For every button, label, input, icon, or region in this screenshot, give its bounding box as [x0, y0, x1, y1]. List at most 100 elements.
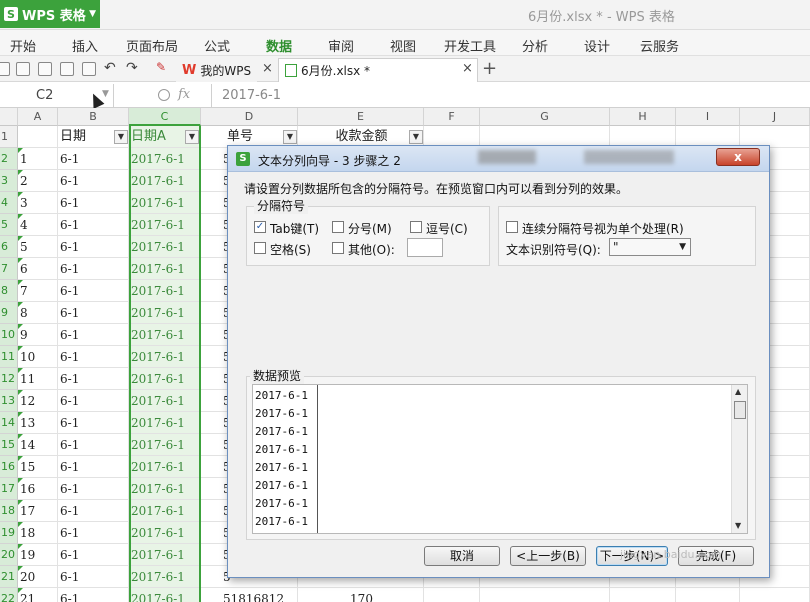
cell-b3[interactable]: 6-1: [58, 170, 129, 192]
tab-document[interactable]: 6月份.xlsx *: [278, 58, 478, 82]
cell-c10[interactable]: 2017-6-1: [129, 324, 201, 346]
print-preview-icon[interactable]: [82, 62, 96, 76]
row-header[interactable]: 20: [0, 544, 18, 566]
filter-dropdown-icon[interactable]: ▼: [283, 130, 297, 144]
row-header[interactable]: 6: [0, 236, 18, 258]
row-header[interactable]: 17: [0, 478, 18, 500]
cell-a15[interactable]: 14: [18, 434, 58, 456]
other-delimiter-input[interactable]: [407, 238, 443, 257]
cell-b17[interactable]: 6-1: [58, 478, 129, 500]
row-header[interactable]: 21: [0, 566, 18, 588]
select-all-corner[interactable]: [0, 108, 18, 126]
row-header[interactable]: 9: [0, 302, 18, 324]
row-header[interactable]: 4: [0, 192, 18, 214]
row-header[interactable]: 13: [0, 390, 18, 412]
consecutive-delimiters-label[interactable]: 连续分隔符号视为单个处理(R): [522, 220, 684, 237]
cell-b14[interactable]: 6-1: [58, 412, 129, 434]
row-header[interactable]: 2: [0, 148, 18, 170]
row-header[interactable]: 7: [0, 258, 18, 280]
cell-b13[interactable]: 6-1: [58, 390, 129, 412]
semicolon-checkbox-label[interactable]: 分号(M): [348, 220, 392, 237]
cell-h22[interactable]: [610, 588, 676, 602]
menu-page-layout[interactable]: 页面布局: [126, 36, 178, 55]
cell-c13[interactable]: 2017-6-1: [129, 390, 201, 412]
formula-input[interactable]: 2017-6-1: [222, 88, 281, 103]
tab-document-close-icon[interactable]: ×: [462, 61, 473, 76]
semicolon-checkbox[interactable]: [332, 221, 344, 233]
cancel-button[interactable]: 取消: [424, 546, 500, 566]
menu-review[interactable]: 审阅: [328, 36, 354, 55]
cell-b12[interactable]: 6-1: [58, 368, 129, 390]
filter-dropdown-icon[interactable]: ▼: [114, 130, 128, 144]
cell-c18[interactable]: 2017-6-1: [129, 500, 201, 522]
cell-c22[interactable]: 2017-6-1: [129, 588, 201, 602]
menu-analysis[interactable]: 分析: [522, 36, 548, 55]
cell-a14[interactable]: 13: [18, 412, 58, 434]
tab-checkbox[interactable]: ✓: [254, 221, 266, 233]
column-header-c[interactable]: C: [129, 108, 201, 126]
cell-a21[interactable]: 20: [18, 566, 58, 588]
cell-i22[interactable]: [676, 588, 740, 602]
row-header[interactable]: 11: [0, 346, 18, 368]
row-header[interactable]: 3: [0, 170, 18, 192]
row-header[interactable]: 10: [0, 324, 18, 346]
cell-b6[interactable]: 6-1: [58, 236, 129, 258]
column-header-e[interactable]: E: [298, 108, 424, 126]
cell-a8[interactable]: 7: [18, 280, 58, 302]
menu-cloud[interactable]: 云服务: [640, 36, 679, 55]
row-header[interactable]: 18: [0, 500, 18, 522]
cell-b2[interactable]: 6-1: [58, 148, 129, 170]
cell-c8[interactable]: 2017-6-1: [129, 280, 201, 302]
cell-a13[interactable]: 12: [18, 390, 58, 412]
cell-g22[interactable]: [480, 588, 610, 602]
preview-scrollbar[interactable]: ▲ ▼: [731, 385, 747, 533]
cell-a16[interactable]: 15: [18, 456, 58, 478]
row-header[interactable]: 8: [0, 280, 18, 302]
menu-formula[interactable]: 公式: [204, 36, 230, 55]
filter-dropdown-icon[interactable]: ▼: [185, 130, 199, 144]
cell-b5[interactable]: 6-1: [58, 214, 129, 236]
row-header[interactable]: 15: [0, 434, 18, 456]
tab-checkbox-label[interactable]: Tab键(T): [270, 220, 319, 237]
cell-c16[interactable]: 2017-6-1: [129, 456, 201, 478]
column-header-b[interactable]: B: [58, 108, 129, 126]
cell-a2[interactable]: 1: [18, 148, 58, 170]
cell-b7[interactable]: 6-1: [58, 258, 129, 280]
cell-b21[interactable]: 6-1: [58, 566, 129, 588]
print-icon[interactable]: [60, 62, 74, 76]
other-checkbox[interactable]: [332, 242, 344, 254]
cell-b22[interactable]: 6-1: [58, 588, 129, 602]
column-break-line[interactable]: [317, 385, 318, 533]
app-menu-button[interactable]: S WPS 表格 ▼: [0, 0, 100, 28]
other-checkbox-label[interactable]: 其他(O):: [348, 241, 395, 258]
save-as-icon[interactable]: [16, 62, 30, 76]
menu-home[interactable]: 开始: [10, 36, 36, 55]
cell-f22[interactable]: [424, 588, 480, 602]
text-qualifier-select[interactable]: " ▼: [609, 238, 691, 256]
insert-function-icon[interactable]: fx: [178, 87, 190, 102]
redo-icon[interactable]: ↷: [126, 60, 138, 76]
cell-d22[interactable]: 51816812: [201, 588, 298, 602]
comma-checkbox[interactable]: [410, 221, 422, 233]
menu-view[interactable]: 视图: [390, 36, 416, 55]
cell-a17[interactable]: 16: [18, 478, 58, 500]
row-header[interactable]: 16: [0, 456, 18, 478]
cell-b11[interactable]: 6-1: [58, 346, 129, 368]
tab-my-wps-close-icon[interactable]: ×: [262, 61, 273, 76]
column-header-j[interactable]: J: [740, 108, 810, 126]
data-preview[interactable]: 2017-6-1 2017-6-1 2017-6-1 2017-6-1 2017-6-1…: [252, 384, 748, 534]
cell-j22[interactable]: [740, 588, 810, 602]
column-header-i[interactable]: I: [676, 108, 740, 126]
menu-developer[interactable]: 开发工具: [444, 36, 496, 55]
cell-a5[interactable]: 4: [18, 214, 58, 236]
cell-c19[interactable]: 2017-6-1: [129, 522, 201, 544]
cell-b9[interactable]: 6-1: [58, 302, 129, 324]
zoom-search-icon[interactable]: [158, 89, 170, 101]
scroll-up-icon[interactable]: ▲: [735, 387, 741, 396]
cell-e22[interactable]: 170: [298, 588, 424, 602]
space-checkbox-label[interactable]: 空格(S): [270, 241, 311, 258]
cell-c20[interactable]: 2017-6-1: [129, 544, 201, 566]
export-pdf-icon[interactable]: [38, 62, 52, 76]
cell-c4[interactable]: 2017-6-1: [129, 192, 201, 214]
row-header[interactable]: 22: [0, 588, 18, 602]
